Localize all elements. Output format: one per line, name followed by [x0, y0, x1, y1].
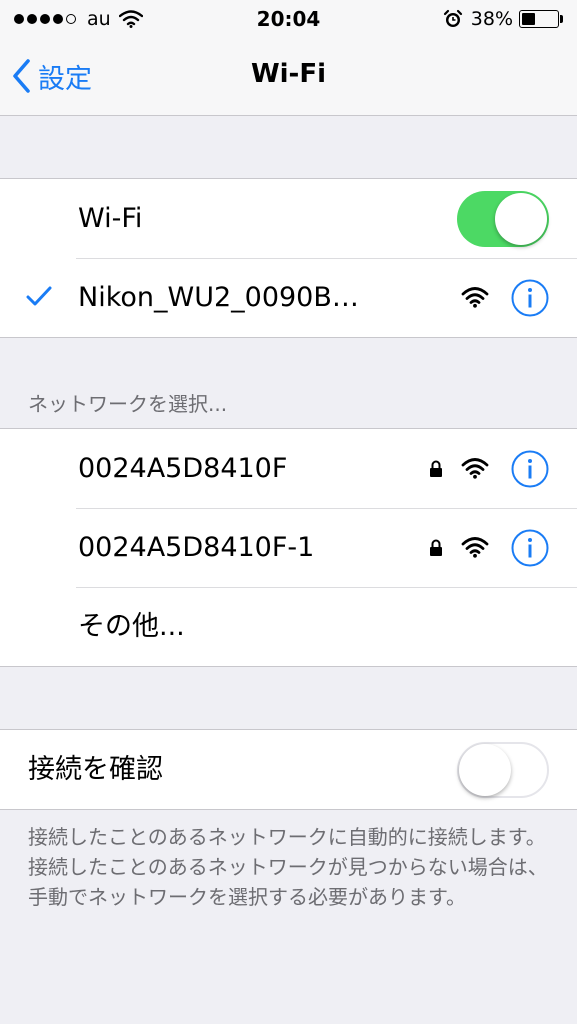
info-icon[interactable]: [511, 529, 549, 567]
ask-to-join-group: 接続を確認: [0, 729, 577, 810]
network-name: 0024A5D8410F: [78, 453, 288, 484]
wifi-toggle[interactable]: [457, 191, 549, 247]
wifi-signal-icon: [461, 287, 489, 308]
toggle-knob: [495, 193, 547, 245]
status-bar: au 20:04 38%: [0, 0, 577, 40]
battery-level: [522, 13, 535, 25]
networks-group: 0024A5D8410F 0024A5D8410F-1 その他...: [0, 428, 577, 667]
lock-icon: [430, 460, 442, 477]
choose-network-header: ネットワークを選択...: [28, 392, 228, 416]
wifi-signal-icon: [461, 537, 489, 558]
ask-to-join-row: 接続を確認: [0, 730, 577, 809]
page-title: Wi-Fi: [250, 59, 327, 89]
info-icon[interactable]: [511, 450, 549, 488]
battery-percent: 38%: [470, 8, 513, 30]
connected-network-row[interactable]: Nikon_WU2_0090B…: [0, 258, 577, 337]
battery-tip-icon: [560, 15, 563, 23]
battery-icon: [519, 10, 559, 28]
status-right: 38%: [443, 8, 563, 30]
checkmark-icon: [26, 286, 52, 306]
network-row[interactable]: 0024A5D8410F: [0, 429, 577, 508]
network-name: 0024A5D8410F-1: [78, 532, 315, 563]
info-icon[interactable]: [511, 279, 549, 317]
lock-icon: [430, 539, 442, 556]
footer-description: 接続したことのあるネットワークに自動的に接続します。接続したことのあるネットワー…: [28, 825, 548, 909]
ask-to-join-toggle[interactable]: [457, 742, 549, 798]
other-network-label: その他...: [78, 611, 185, 642]
connected-network-name: Nikon_WU2_0090B…: [78, 282, 359, 313]
toggle-knob: [459, 744, 511, 796]
navigation-bar: 設定 Wi-Fi: [0, 40, 577, 116]
other-network-row[interactable]: その他...: [0, 587, 577, 666]
wifi-signal-icon: [461, 458, 489, 479]
alarm-icon: [443, 9, 462, 27]
network-row[interactable]: 0024A5D8410F-1: [0, 508, 577, 587]
wifi-label: Wi-Fi: [78, 203, 143, 234]
ask-to-join-label: 接続を確認: [28, 754, 163, 785]
wifi-toggle-row: Wi-Fi: [0, 179, 577, 258]
wifi-group: Wi-Fi Nikon_WU2_0090B…: [0, 178, 577, 338]
